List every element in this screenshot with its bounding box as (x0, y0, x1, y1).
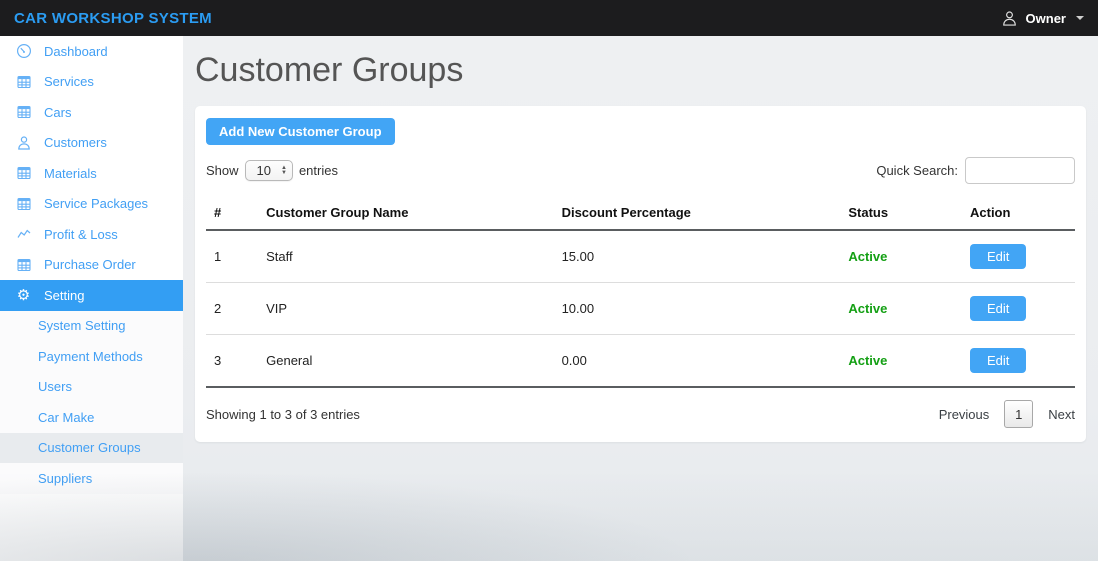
sidebar-item-service-packages[interactable]: Service Packages (0, 189, 183, 220)
next-page-button[interactable]: Next (1048, 407, 1075, 422)
sidebar-item-materials[interactable]: Materials (0, 158, 183, 189)
column-header-status: Status (840, 196, 962, 230)
table-icon (15, 256, 32, 273)
user-icon (1001, 10, 1018, 27)
quick-search-input[interactable] (965, 157, 1075, 184)
sidebar-subitem-label: Car Make (38, 410, 94, 425)
line-chart-icon (15, 226, 32, 243)
sidebar-item-label: Purchase Order (44, 257, 136, 272)
entries-label: entries (299, 163, 338, 178)
sidebar-subitem-system-setting[interactable]: System Setting (0, 311, 183, 342)
row-name: Staff (258, 230, 553, 283)
setting-submenu: System Setting Payment Methods Users Car… (0, 311, 183, 494)
select-stepper-icon: ▲▼ (281, 166, 287, 176)
sidebar-item-label: Customers (44, 135, 107, 150)
quick-search-control: Quick Search: (876, 157, 1075, 184)
app-brand[interactable]: CAR WORKSHOP SYSTEM (14, 10, 212, 27)
column-header-num: # (206, 196, 258, 230)
status-badge: Active (848, 353, 887, 368)
sidebar-subitem-suppliers[interactable]: Suppliers (0, 463, 183, 494)
edit-button[interactable]: Edit (970, 244, 1026, 269)
column-header-name: Customer Group Name (258, 196, 553, 230)
edit-button[interactable]: Edit (970, 348, 1026, 373)
show-entries-control: Show 10 ▲▼ entries (206, 160, 338, 181)
sidebar-subitem-customer-groups[interactable]: Customer Groups (0, 433, 183, 464)
sidebar-subitem-label: Customer Groups (38, 440, 141, 455)
topbar: CAR WORKSHOP SYSTEM Owner (0, 0, 1098, 36)
pagination: Previous 1 Next (939, 400, 1075, 428)
page-size-value: 10 (257, 163, 271, 178)
sidebar-item-label: Materials (44, 166, 97, 181)
column-header-discount: Discount Percentage (554, 196, 841, 230)
sidebar-item-label: Profit & Loss (44, 227, 118, 242)
sidebar-subitem-label: Users (38, 379, 72, 394)
table-row: 1 Staff 15.00 Active Edit (206, 230, 1075, 283)
row-discount: 10.00 (554, 283, 841, 335)
table-icon (15, 195, 32, 212)
page-title: Customer Groups (195, 50, 1086, 90)
sidebar-item-cars[interactable]: Cars (0, 97, 183, 128)
sidebar-item-label: Services (44, 74, 94, 89)
sidebar-subitem-payment-methods[interactable]: Payment Methods (0, 341, 183, 372)
sidebar-item-services[interactable]: Services (0, 67, 183, 98)
entries-info: Showing 1 to 3 of 3 entries (206, 407, 360, 422)
user-label: Owner (1026, 11, 1066, 26)
sidebar-subitem-label: System Setting (38, 318, 125, 333)
row-name: VIP (258, 283, 553, 335)
table-controls: Show 10 ▲▼ entries Quick Search: (206, 157, 1075, 184)
customer-groups-card: Add New Customer Group Show 10 ▲▼ entrie… (195, 106, 1086, 442)
row-num: 3 (206, 335, 258, 388)
sidebar-subitem-label: Payment Methods (38, 349, 143, 364)
user-menu[interactable]: Owner (1001, 10, 1084, 27)
row-num: 1 (206, 230, 258, 283)
main-content: Customer Groups Add New Customer Group S… (183, 36, 1098, 561)
status-badge: Active (848, 301, 887, 316)
previous-page-button[interactable]: Previous (939, 407, 990, 422)
sidebar-item-profit-loss[interactable]: Profit & Loss (0, 219, 183, 250)
sidebar-subitem-label: Suppliers (38, 471, 92, 486)
show-label: Show (206, 163, 239, 178)
add-customer-group-button[interactable]: Add New Customer Group (206, 118, 395, 145)
chevron-down-icon (1076, 16, 1084, 20)
column-header-action: Action (962, 196, 1075, 230)
edit-button[interactable]: Edit (970, 296, 1026, 321)
row-num: 2 (206, 283, 258, 335)
row-discount: 0.00 (554, 335, 841, 388)
sidebar-item-dashboard[interactable]: Dashboard (0, 36, 183, 67)
sidebar-item-label: Service Packages (44, 196, 148, 211)
sidebar-item-purchase-order[interactable]: Purchase Order (0, 250, 183, 281)
table-icon (15, 73, 32, 90)
sidebar-item-label: Dashboard (44, 44, 108, 59)
current-page-button[interactable]: 1 (1004, 400, 1033, 428)
customers-icon (15, 134, 32, 151)
table-row: 3 General 0.00 Active Edit (206, 335, 1075, 388)
table-icon (15, 165, 32, 182)
customer-groups-table: # Customer Group Name Discount Percentag… (206, 196, 1075, 388)
sidebar-item-label: Cars (44, 105, 71, 120)
row-discount: 15.00 (554, 230, 841, 283)
sidebar-subitem-users[interactable]: Users (0, 372, 183, 403)
sidebar-item-label: Setting (44, 288, 84, 303)
quick-search-label: Quick Search: (876, 163, 958, 178)
sidebar-subitem-car-make[interactable]: Car Make (0, 402, 183, 433)
dashboard-icon (15, 43, 32, 60)
sidebar-item-setting[interactable]: ⚙ Setting (0, 280, 183, 311)
table-header-row: # Customer Group Name Discount Percentag… (206, 196, 1075, 230)
row-name: General (258, 335, 553, 388)
sidebar: Dashboard Services (0, 36, 183, 561)
sidebar-item-customers[interactable]: Customers (0, 128, 183, 159)
table-row: 2 VIP 10.00 Active Edit (206, 283, 1075, 335)
gear-icon: ⚙ (15, 287, 32, 304)
table-icon (15, 104, 32, 121)
status-badge: Active (848, 249, 887, 264)
page-size-select[interactable]: 10 ▲▼ (245, 160, 293, 181)
table-footer: Showing 1 to 3 of 3 entries Previous 1 N… (206, 400, 1075, 428)
